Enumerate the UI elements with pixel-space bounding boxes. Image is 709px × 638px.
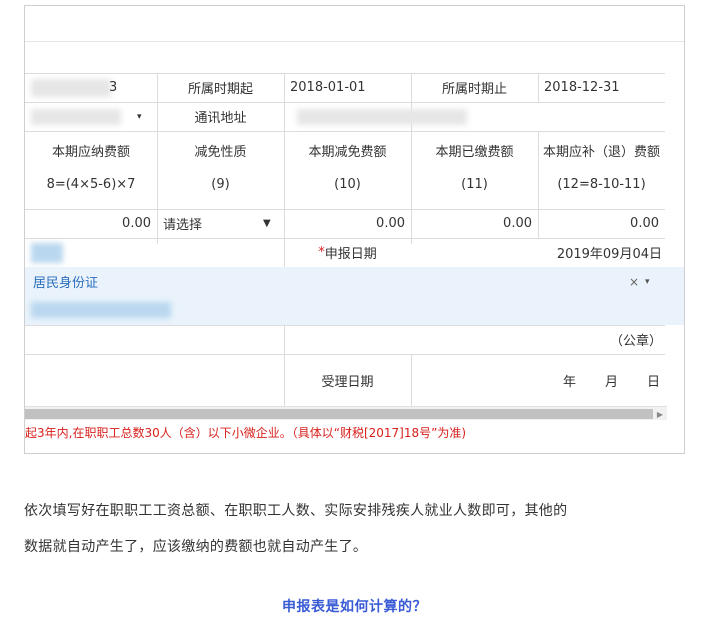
header-relief-amount-formula: (10): [334, 176, 361, 192]
due-amount-value[interactable]: 0.00: [538, 209, 659, 238]
header-due-title: 本期应补（退）费额: [542, 145, 660, 160]
period-start-value[interactable]: 2018-01-01: [290, 73, 408, 102]
header-due-formula: (12=8-10-11): [557, 176, 646, 192]
declare-date-label-cell: * 申报日期: [284, 238, 411, 267]
period-start-label: 所属时期起: [187, 82, 253, 97]
chevron-down-icon[interactable]: ▾: [645, 267, 650, 296]
grid-line: [25, 102, 665, 103]
section-heading: 申报表是如何计算的？: [282, 599, 427, 615]
declare-date-label: 申报日期: [324, 247, 377, 262]
accept-month: 月: [605, 374, 619, 390]
horizontal-scrollbar[interactable]: ▶: [25, 406, 667, 420]
header-relief-amount-title: 本期减免费额: [308, 145, 387, 160]
header-relief-nature-formula: (9): [211, 176, 230, 192]
accept-day: 日: [647, 374, 661, 390]
relief-nature-select[interactable]: 请选择: [163, 209, 253, 238]
header-relief-nature-title: 减免性质: [194, 145, 247, 160]
redacted-field: [31, 79, 111, 97]
article-paragraph-line1: 依次填写好在职职工工资总额、在职职工人数、实际安排残疾人就业人数即可，其他的: [24, 503, 568, 519]
article-paragraph-line2: 数据就自动产生了，应该缴纳的费额也就自动产生了。: [24, 539, 368, 555]
header-paid-title: 本期已缴费额: [435, 145, 514, 160]
redacted-id-number: [31, 302, 171, 318]
payable-value[interactable]: 0.00: [25, 209, 151, 238]
top-bar: [25, 6, 684, 42]
id-type-value[interactable]: 居民身份证: [33, 267, 98, 296]
partial-value: 3: [109, 80, 118, 95]
grid-line: [411, 354, 412, 406]
seal-label: （公章）: [609, 334, 662, 349]
id-type-row[interactable]: [25, 267, 684, 296]
header-payable-title: 本期应纳费额: [51, 145, 130, 160]
chevron-down-icon[interactable]: ▾: [137, 102, 142, 131]
footnote-warning: 起3年内,在职职工总数30人（含）以下小微企业。（具体以“财税[2017]18号…: [25, 426, 467, 440]
paid-amount-value[interactable]: 0.00: [411, 209, 532, 238]
header-paid-formula: (11): [461, 176, 488, 192]
form-screenshot: 3 所属时期起 2018-01-01 所属时期止 2018-12-31 ▾ 通讯…: [24, 5, 685, 454]
redacted-address: [297, 109, 467, 125]
accept-year: 年: [563, 374, 577, 390]
redacted-field: [31, 243, 63, 263]
period-end-label: 所属时期止: [441, 82, 507, 97]
declare-date-value[interactable]: 2019年09月04日: [538, 238, 662, 267]
relief-amount-value[interactable]: 0.00: [284, 209, 405, 238]
scrollbar-thumb[interactable]: [25, 409, 653, 419]
address-label: 通讯地址: [194, 111, 247, 126]
period-end-value[interactable]: 2018-12-31: [544, 73, 662, 102]
select-arrow-icon[interactable]: ▼: [263, 209, 279, 238]
redacted-field: [31, 109, 121, 125]
grid-line: [538, 73, 539, 103]
scroll-right-arrow-icon[interactable]: ▶: [653, 407, 667, 421]
clear-icon[interactable]: ×: [629, 267, 639, 296]
header-payable-formula: 8=(4×5-6)×7: [46, 176, 136, 192]
accept-date-label: 受理日期: [321, 374, 374, 390]
